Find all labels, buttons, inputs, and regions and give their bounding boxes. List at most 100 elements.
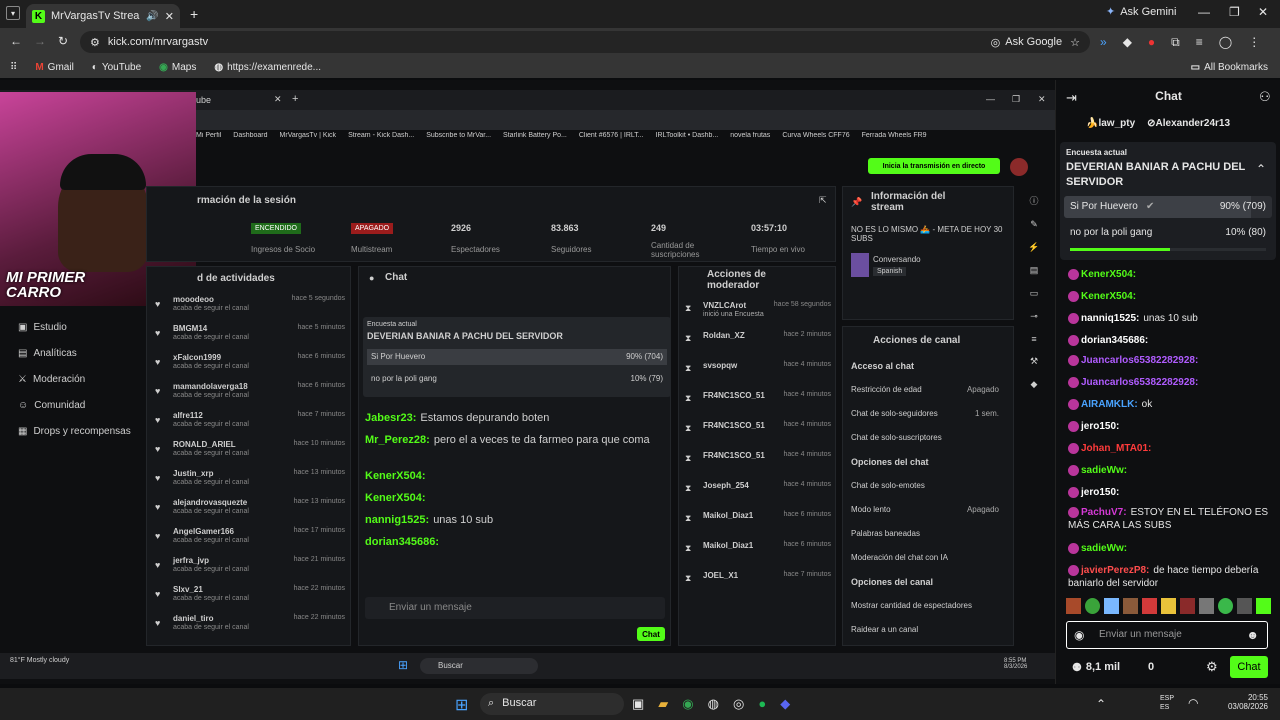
chat-username[interactable]: dorian345686: [1081, 335, 1148, 346]
spotify-icon[interactable]: ● [758, 696, 766, 712]
maximize-icon[interactable]: ❐ [1229, 5, 1240, 19]
chat-username[interactable]: Juancarlos65382282928: [1081, 355, 1198, 366]
activity-user: alejandrovasquezte [173, 498, 248, 507]
ask-gemini-button[interactable]: ✦ Ask Gemini [1106, 5, 1176, 19]
user-settings-icon[interactable]: ⚇ [1259, 89, 1271, 105]
chat-username[interactable]: sadieWw: [1081, 543, 1127, 554]
chat-input-placeholder: Enviar un mensaje [1099, 629, 1182, 640]
emote-icon[interactable] [1104, 598, 1119, 614]
inner-chat-send: Chat [637, 627, 665, 641]
site-info-icon[interactable]: ⚙ [90, 36, 100, 49]
emote-icon[interactable] [1085, 598, 1100, 614]
top-gifter[interactable]: 🍌law_pty [1086, 118, 1135, 129]
mod-action-user: Roldan_XZ [703, 331, 745, 340]
chat-input[interactable]: ◉ Enviar un mensaje ☻ [1066, 621, 1268, 649]
inner-bookmark: Dashboard [233, 132, 268, 139]
chat-username[interactable]: Johan_MTA01: [1081, 443, 1151, 454]
poll-option-2[interactable]: no por la poli gang 10% (80) [1064, 222, 1272, 244]
gmail-icon: M [35, 61, 44, 73]
address-bar[interactable]: ⚙ kick.com/mrvargastv ◎ Ask Google ☆ [80, 31, 1090, 53]
settings-gear-icon[interactable]: ⚙ [1206, 659, 1218, 675]
taskbar-search[interactable]: ⌕ Buscar [480, 693, 624, 715]
file-explorer-icon[interactable]: ▰ [658, 696, 668, 712]
activity-time: hace 22 minutos [293, 614, 345, 621]
chat-text: ok [1141, 399, 1153, 410]
chat-username[interactable]: nanniq1525: [1081, 313, 1139, 324]
tab-close-icon[interactable]: ✕ [165, 10, 174, 23]
stream-video[interactable]: ube ✕ + — ❐ ✕ Mi Perfil Dashboard MrVarg… [0, 80, 1055, 684]
discord-icon[interactable]: ◆ [780, 696, 790, 712]
chat-username[interactable]: Juancarlos65382282928: [1081, 377, 1198, 388]
taskbar-clock[interactable]: 20:55 03/08/2026 [1222, 693, 1268, 711]
emote-icon[interactable] [1066, 598, 1081, 614]
hourglass-icon: ⧗ [685, 393, 692, 403]
bookmark-gmail[interactable]: M Gmail [35, 62, 73, 73]
tab-search-icon[interactable]: ▾ [6, 6, 20, 20]
tray-chevron-icon[interactable]: ⌃ [1096, 697, 1106, 711]
reload-icon[interactable]: ↻ [58, 34, 68, 48]
close-window-icon[interactable]: ✕ [1258, 5, 1268, 19]
menu-icon[interactable]: ⋮ [1248, 35, 1260, 50]
channel-setting-label: Modo lento [851, 505, 891, 514]
translate-icon[interactable]: » [1100, 35, 1107, 50]
chat-username[interactable]: sadieWw: [1081, 465, 1127, 476]
emote-icon[interactable] [1237, 598, 1252, 614]
ask-google-button[interactable]: ◎ Ask Google [991, 36, 1062, 49]
extension-red-icon[interactable]: ● [1148, 35, 1155, 50]
chat-username[interactable]: jero150: [1081, 421, 1119, 432]
chat-username[interactable]: PachuV7: [1081, 507, 1127, 518]
bookmark-maps[interactable]: ◉ Maps [159, 62, 196, 73]
chat-username[interactable]: KenerX504: [1081, 291, 1136, 302]
activity-user: BMGM14 [173, 324, 208, 333]
bookmark-examen[interactable]: ◍ https://examenrede... [214, 62, 321, 73]
wifi-icon[interactable]: ◠ [1188, 696, 1198, 710]
windows-start-icon[interactable]: ⊞ [455, 695, 468, 715]
chat-username[interactable]: javierPerezP8: [1081, 565, 1149, 576]
back-icon[interactable]: ← [10, 34, 22, 48]
chat-username[interactable]: jero150: [1081, 487, 1119, 498]
top-gifter[interactable]: ⊘Alexander24r13 [1147, 118, 1230, 129]
extension-icon[interactable]: ◆ [1123, 35, 1132, 50]
minimize-icon[interactable]: — [1198, 5, 1210, 19]
emote-icon[interactable] [1123, 598, 1138, 614]
activity-sub: acaba de seguir el canal [173, 624, 249, 631]
emote-icon[interactable] [1180, 598, 1195, 614]
emoji-icon[interactable]: ☻ [1246, 628, 1259, 642]
forward-icon[interactable]: → [34, 34, 46, 48]
all-bookmarks[interactable]: ▭ All Bookmarks [1191, 62, 1268, 73]
gemini-icon: ✦ [1106, 6, 1116, 18]
emote-icon[interactable] [1256, 598, 1271, 614]
emote-icon[interactable] [1142, 598, 1157, 614]
inner-search: Buscar [420, 658, 538, 674]
new-tab-icon[interactable]: + [190, 6, 198, 22]
apps-icon[interactable]: ⠿ [10, 62, 17, 73]
active-tab[interactable]: K MrVargasTv Stream - Watch 🔊 ✕ [26, 4, 180, 28]
inner-chat-user: Jabesr23: [365, 412, 417, 424]
nav-label: Drops y recompensas [33, 426, 131, 437]
puzzle-icon[interactable]: ⧉ [1171, 35, 1180, 50]
chat-username[interactable]: AIRAMKLK: [1081, 399, 1138, 410]
tab-audio-icon[interactable]: 🔊 [146, 11, 158, 22]
chevron-up-icon[interactable]: ⌃ [1256, 162, 1266, 176]
bookmark-youtube[interactable]: ◐ YouTube [92, 62, 141, 73]
emote-icon[interactable] [1161, 598, 1176, 614]
mod-action-row: ⧗ svsopqw hace 4 minutos [683, 361, 833, 389]
inner-chat-text: unas 10 sub [433, 514, 494, 526]
poll-option-1[interactable]: Si Por Huevero ✔ 90% (709) [1064, 196, 1272, 218]
task-view-icon[interactable]: ▣ [632, 696, 644, 712]
language-indicator[interactable]: ESP ES [1160, 694, 1180, 712]
bookmark-star-icon[interactable]: ☆ [1070, 36, 1080, 49]
link-icon: ⊸ [1030, 311, 1038, 321]
profile-avatar-icon[interactable]: ◯ [1219, 35, 1232, 50]
emote-icon[interactable] [1218, 598, 1233, 614]
chat-username[interactable]: KenerX504: [1081, 269, 1136, 280]
activity-row: ♥ mooodeoo acaba de seguir el canal hace 5 … [151, 295, 347, 321]
obs-icon[interactable]: ◎ [733, 696, 744, 712]
emote-icon[interactable] [1199, 598, 1214, 614]
ask-google-label: Ask Google [1005, 36, 1063, 48]
media-icon[interactable]: ≡ [1196, 35, 1203, 50]
chrome-icon[interactable]: ◉ [682, 696, 693, 712]
chat-message: jero150: [1068, 420, 1273, 433]
send-chat-button[interactable]: Chat [1230, 656, 1268, 678]
app-icon[interactable]: ◍ [708, 696, 719, 712]
